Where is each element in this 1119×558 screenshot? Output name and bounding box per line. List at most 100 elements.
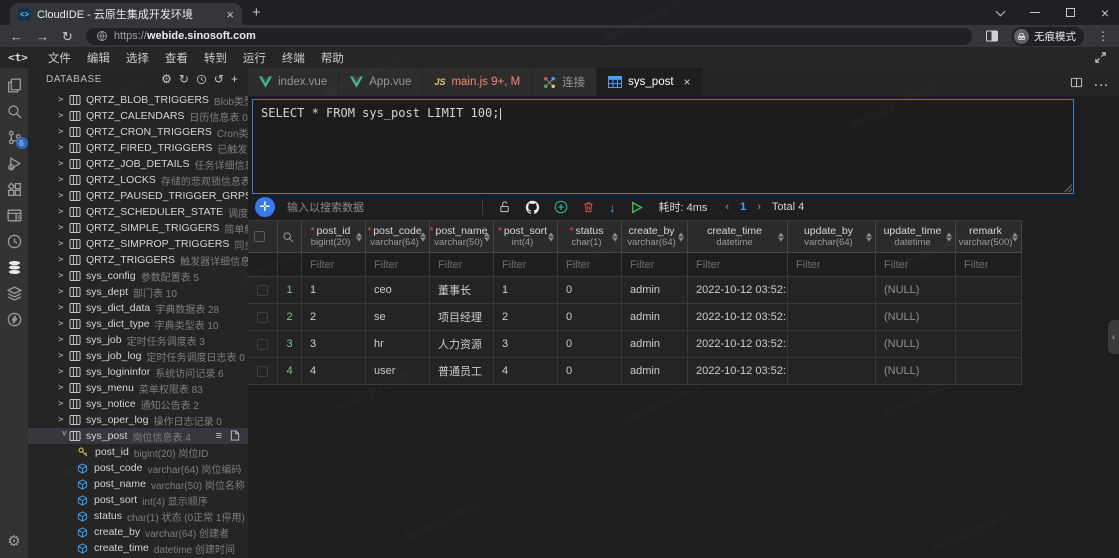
data-cell[interactable]: 4	[494, 358, 558, 385]
column-header-remark[interactable]: remarkvarchar(500)	[956, 221, 1022, 253]
filter-input[interactable]: Filter	[956, 253, 1022, 277]
history-icon[interactable]	[196, 74, 207, 85]
tab-connection[interactable]: 连接	[532, 68, 597, 96]
data-cell[interactable]	[956, 358, 1022, 385]
filter-input[interactable]: Filter	[558, 253, 622, 277]
table-tree-item[interactable]: >QRTZ_SIMPLE_TRIGGERS简单触发...	[28, 220, 248, 236]
tab-close-icon[interactable]: ×	[226, 8, 234, 21]
data-cell[interactable]: 3	[494, 331, 558, 358]
github-icon[interactable]	[525, 200, 540, 215]
data-cell[interactable]: se	[366, 304, 430, 331]
column-tree-item[interactable]: statuschar(1) 状态 (0正常 1停用)	[28, 508, 248, 524]
column-tree-item[interactable]: post_idbigint(20) 岗位ID	[28, 444, 248, 460]
next-page-button[interactable]: ›	[757, 201, 761, 213]
table-tree-item[interactable]: >QRTZ_PAUSED_TRIGGER_GRPS暂...	[28, 188, 248, 204]
resize-grip[interactable]	[1064, 184, 1072, 192]
select-all-checkbox[interactable]	[254, 231, 265, 242]
data-cell[interactable]: 董事长	[430, 277, 494, 304]
data-cell[interactable]: 人力资源	[430, 331, 494, 358]
data-cell[interactable]: 0	[558, 331, 622, 358]
layout-icon[interactable]	[6, 207, 23, 224]
add-connection-icon[interactable]: +	[231, 73, 238, 85]
data-cell[interactable]: 2	[494, 304, 558, 331]
data-cell[interactable]: 普通员工	[430, 358, 494, 385]
data-cell[interactable]: 2	[302, 304, 366, 331]
table-tree-item[interactable]: >QRTZ_FIRED_TRIGGERS已触发的触...	[28, 140, 248, 156]
data-cell[interactable]: 2022-10-12 03:52:12	[688, 358, 788, 385]
fullscreen-icon[interactable]	[1094, 51, 1107, 64]
data-cell[interactable]	[788, 331, 876, 358]
new-tab-button[interactable]: +	[252, 5, 261, 20]
data-cell[interactable]: 3	[302, 331, 366, 358]
column-tree-item[interactable]: post_codevarchar(64) 岗位编码	[28, 460, 248, 476]
browser-tab[interactable]: <> CloudIDE - 云原生集成开发环境 ×	[10, 3, 242, 25]
prev-page-button[interactable]: ‹	[725, 201, 729, 213]
grid-search-icon[interactable]	[282, 231, 294, 243]
table-tree-item[interactable]: >sys_menu菜单权限表 83	[28, 380, 248, 396]
menu-item-edit[interactable]: 编辑	[79, 50, 118, 66]
data-cell[interactable]: 2022-10-12 03:52:12	[688, 277, 788, 304]
window-minimize-button[interactable]	[1030, 12, 1040, 14]
menu-item-run[interactable]: 运行	[235, 50, 274, 66]
sort-icon[interactable]	[778, 232, 784, 241]
tab-main-js[interactable]: JSmain.js 9+, M	[423, 68, 532, 96]
delete-icon[interactable]	[582, 200, 595, 214]
sort-icon[interactable]	[548, 232, 554, 241]
menu-item-file[interactable]: 文件	[40, 50, 79, 66]
lightning-icon[interactable]	[6, 311, 23, 328]
data-cell[interactable]: 2022-10-12 03:52:12	[688, 331, 788, 358]
table-tree-item[interactable]: >sys_dict_type字典类型表 10	[28, 316, 248, 332]
data-cell[interactable]: 项目经理	[430, 304, 494, 331]
table-tree-item[interactable]: >QRTZ_LOCKS存储的悲观锁信息表 2	[28, 172, 248, 188]
filter-input[interactable]: Filter	[302, 253, 366, 277]
add-circle-icon[interactable]	[554, 200, 568, 214]
data-cell[interactable]: admin	[622, 331, 688, 358]
column-header-post_code[interactable]: *post_codevarchar(64)	[366, 221, 430, 253]
sort-icon[interactable]	[356, 232, 362, 241]
data-cell[interactable]: 4	[302, 358, 366, 385]
table-tree-item[interactable]: >QRTZ_SIMPROP_TRIGGERS同步机...	[28, 236, 248, 252]
sort-icon[interactable]	[612, 232, 618, 241]
new-file-icon[interactable]	[230, 430, 240, 441]
database-icon[interactable]	[6, 259, 23, 276]
menu-item-help[interactable]: 帮助	[313, 50, 352, 66]
menu-item-selection[interactable]: 选择	[118, 50, 157, 66]
row-checkbox[interactable]	[257, 285, 268, 296]
sync-icon[interactable]: ↻	[179, 73, 189, 85]
table-tree-item[interactable]: >sys_job_log定时任务调度日志表 0	[28, 348, 248, 364]
column-header-create_by[interactable]: create_byvarchar(64)	[622, 221, 688, 253]
split-screen-icon[interactable]	[985, 29, 999, 43]
table-tree-item[interactable]: >sys_job定时任务调度表 3	[28, 332, 248, 348]
column-header-post_sort[interactable]: *post_sortint(4)	[494, 221, 558, 253]
search-input[interactable]: 输入以搜索数据	[275, 199, 480, 215]
menu-item-terminal[interactable]: 终端	[274, 50, 313, 66]
run-debug-icon[interactable]	[6, 155, 23, 172]
data-cell[interactable]: admin	[622, 277, 688, 304]
data-cell[interactable]: (NULL)	[876, 304, 956, 331]
table-tree-item[interactable]: >QRTZ_JOB_DETAILS任务详细信息...	[28, 156, 248, 172]
data-cell[interactable]	[788, 304, 876, 331]
export-down-icon[interactable]: ↓	[609, 200, 616, 215]
sort-icon[interactable]	[866, 232, 872, 241]
data-cell[interactable]: (NULL)	[876, 331, 956, 358]
add-row-button[interactable]: ✛	[255, 197, 275, 217]
table-tree-item[interactable]: >QRTZ_CALENDARS日历信息表 0	[28, 108, 248, 124]
data-cell[interactable]: hr	[366, 331, 430, 358]
data-cell[interactable]	[956, 277, 1022, 304]
data-cell[interactable]	[788, 358, 876, 385]
column-header-update_time[interactable]: update_timedatetime	[876, 221, 956, 253]
table-tree-item[interactable]: >sys_logininfor系统访问记录 6	[28, 364, 248, 380]
panel-collapse-handle[interactable]: ‹	[1108, 320, 1119, 354]
sort-icon[interactable]	[678, 232, 684, 241]
settings-gear-icon[interactable]: ⚙	[7, 532, 20, 550]
row-checkbox[interactable]	[257, 339, 268, 350]
table-menu-icon[interactable]: ≡	[216, 430, 222, 442]
column-header-update_by[interactable]: update_byvarchar(64)	[788, 221, 876, 253]
filter-input[interactable]: Filter	[430, 253, 494, 277]
row-checkbox[interactable]	[257, 366, 268, 377]
row-number[interactable]: 4	[278, 358, 302, 385]
sort-icon[interactable]	[420, 232, 426, 241]
data-cell[interactable]: user	[366, 358, 430, 385]
column-header-status[interactable]: *statuschar(1)	[558, 221, 622, 253]
sort-icon[interactable]	[484, 232, 490, 241]
